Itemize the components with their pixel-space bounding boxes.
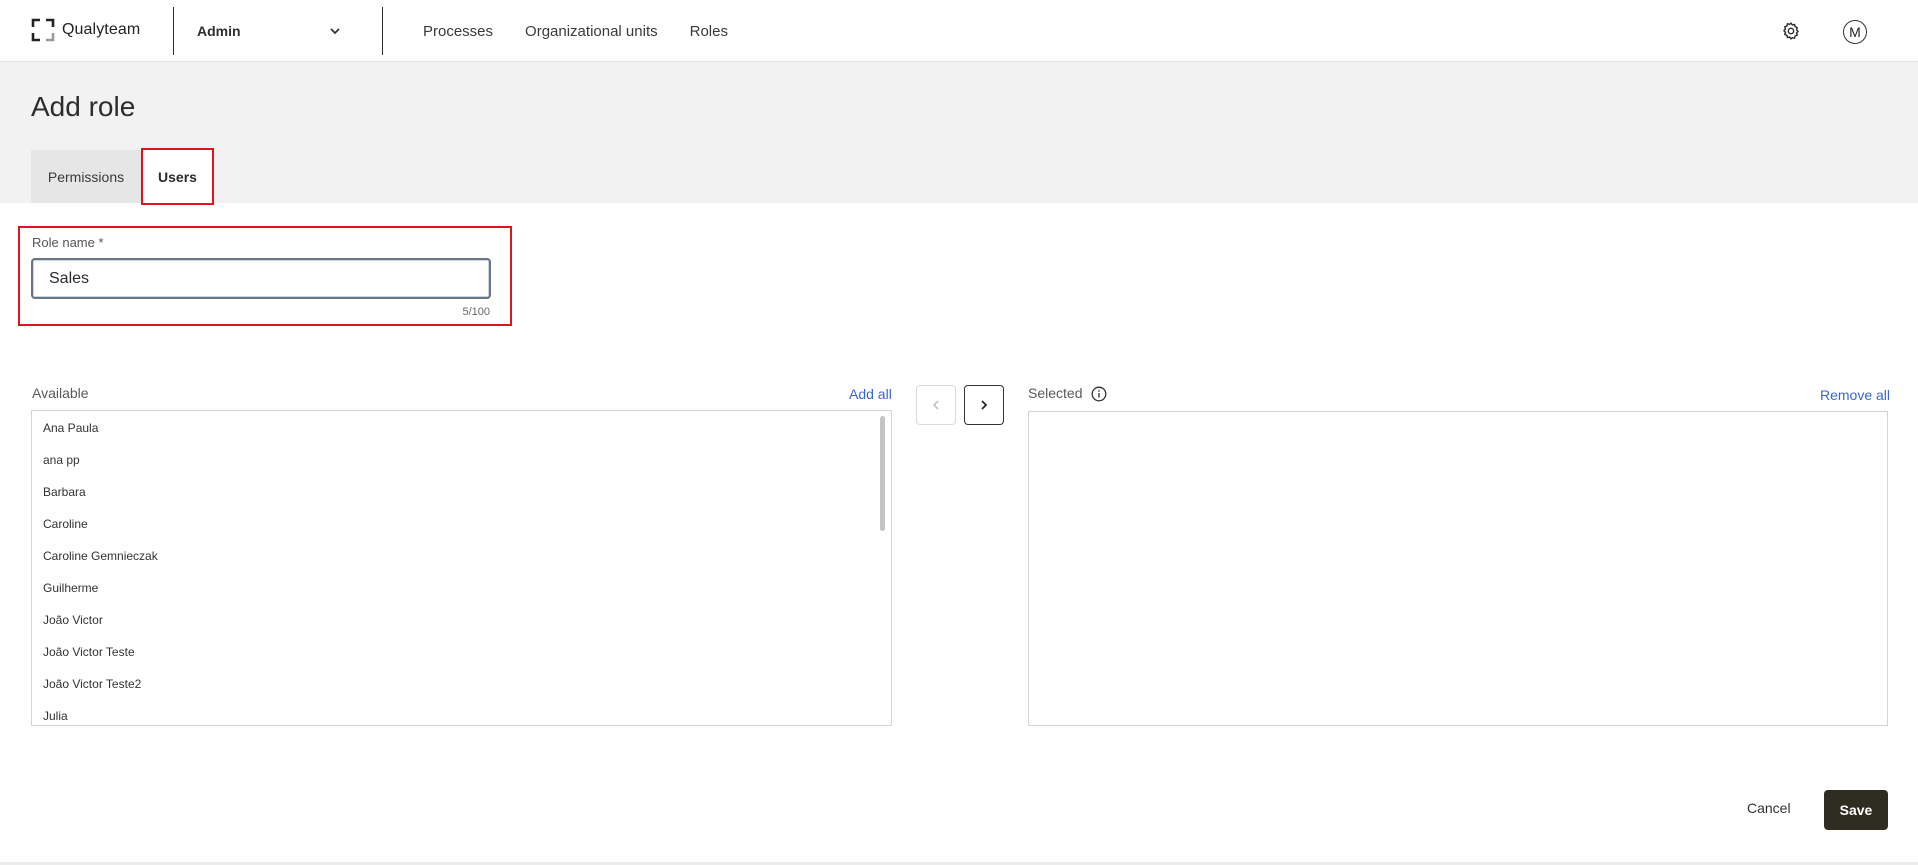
module-select-label: Admin	[197, 23, 241, 39]
list-item[interactable]: Ana Paula	[32, 412, 891, 444]
page-title: Add role	[31, 91, 136, 122]
divider	[382, 7, 383, 55]
list-item[interactable]: Guilherme	[32, 572, 891, 604]
add-all-link[interactable]: Add all	[849, 386, 892, 402]
role-name-input[interactable]	[31, 258, 491, 299]
cancel-button[interactable]: Cancel	[1747, 800, 1791, 816]
page-header: Add role Permissions Users	[0, 62, 1918, 203]
list-item[interactable]: Julia	[32, 700, 891, 725]
chevron-down-icon	[328, 24, 342, 38]
qualyteam-logo-icon	[31, 18, 55, 42]
info-icon[interactable]	[1091, 386, 1107, 402]
main-nav: Processes Organizational units Roles	[423, 0, 760, 62]
list-item[interactable]: João Victor Teste2	[32, 668, 891, 700]
move-right-button[interactable]	[964, 385, 1004, 425]
list-item[interactable]: Caroline	[32, 508, 891, 540]
list-item[interactable]: ana pp	[32, 444, 891, 476]
available-list[interactable]: Ana Paula ana pp Barbara Caroline Caroli…	[31, 410, 892, 726]
user-avatar[interactable]: M	[1843, 20, 1867, 44]
list-item[interactable]: Caroline Gemnieczak	[32, 540, 891, 572]
nav-link-processes[interactable]: Processes	[423, 23, 493, 40]
move-left-button[interactable]	[916, 385, 956, 425]
tab-bar: Permissions Users	[31, 150, 214, 203]
logo[interactable]: Qualyteam	[31, 18, 140, 42]
remove-all-link[interactable]: Remove all	[1820, 387, 1890, 403]
tab-users[interactable]: Users	[141, 150, 214, 203]
top-navbar: Qualyteam Admin Processes Organizational…	[0, 0, 1918, 62]
gear-icon[interactable]	[1781, 21, 1801, 41]
selected-label: Selected	[1028, 385, 1083, 401]
nav-link-organizational-units[interactable]: Organizational units	[525, 23, 658, 40]
chevron-right-icon	[981, 400, 988, 410]
available-label: Available	[32, 385, 89, 401]
module-select[interactable]: Admin	[174, 0, 364, 62]
role-name-label: Role name *	[32, 235, 104, 250]
selected-list[interactable]	[1028, 411, 1888, 726]
list-item[interactable]: João Victor Teste	[32, 636, 891, 668]
nav-link-roles[interactable]: Roles	[690, 23, 728, 40]
tab-permissions[interactable]: Permissions	[31, 150, 141, 203]
list-item[interactable]: Barbara	[32, 476, 891, 508]
available-list-scrollbar[interactable]	[880, 416, 885, 531]
list-item[interactable]: João Victor	[32, 604, 891, 636]
char-counter: 5/100	[462, 306, 490, 318]
save-button[interactable]: Save	[1824, 790, 1888, 830]
logo-text: Qualyteam	[62, 21, 141, 38]
chevron-left-icon	[932, 400, 939, 410]
